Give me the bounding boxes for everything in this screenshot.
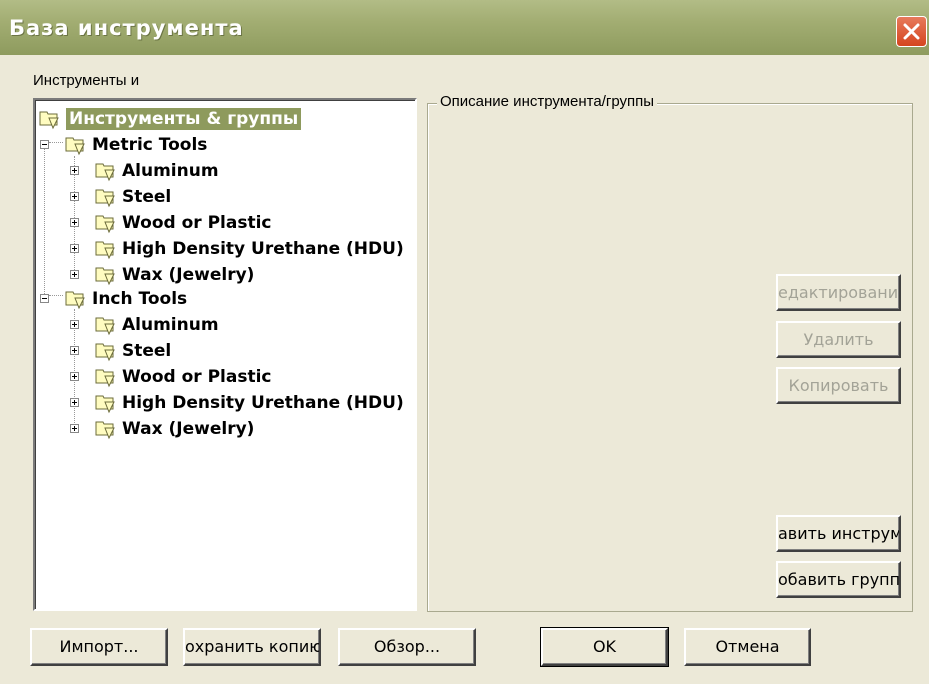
tree-line: [49, 142, 63, 143]
expand-icon[interactable]: [70, 372, 79, 381]
tree-item-label: Metric Tools: [92, 135, 208, 155]
collapse-icon[interactable]: [40, 140, 49, 149]
tree-item-label: High Density Urethane (HDU): [122, 393, 404, 413]
expand-icon[interactable]: [70, 166, 79, 175]
tree-item-label: Steel: [122, 187, 172, 207]
expand-icon[interactable]: [70, 346, 79, 355]
save-copy-button[interactable]: охранить копию: [183, 628, 321, 666]
add-group-button[interactable]: обавить групп: [776, 561, 901, 598]
close-icon: [903, 23, 920, 40]
title-bar[interactable]: База инструмента: [0, 0, 929, 55]
folder-tool-icon: [95, 343, 115, 362]
tree-item-label: Wood or Plastic: [122, 367, 272, 387]
expand-icon[interactable]: [70, 424, 79, 433]
tree-root-label: Инструменты & группы: [66, 108, 302, 130]
tree-line: [49, 295, 63, 296]
folder-tool-icon: [95, 421, 115, 440]
tree-item-label: Inch Tools: [92, 289, 188, 309]
tree-item-label: Aluminum: [122, 315, 219, 335]
folder-tool-icon: [95, 267, 115, 286]
copy-button[interactable]: Копировать: [776, 367, 901, 404]
tree-item-label: Steel: [122, 341, 172, 361]
window-title: База инструмента: [9, 16, 244, 40]
browse-button[interactable]: Обзор...: [338, 628, 476, 666]
folder-tool-icon: [95, 395, 115, 414]
folder-tool-icon: [95, 163, 115, 182]
expand-icon[interactable]: [70, 320, 79, 329]
close-button[interactable]: [896, 16, 927, 47]
expand-icon[interactable]: [70, 244, 79, 253]
delete-button[interactable]: Удалить: [776, 321, 901, 358]
edit-button[interactable]: едактирование: [776, 274, 901, 311]
cancel-button[interactable]: Отмена: [684, 628, 811, 666]
folder-tool-icon: [39, 111, 59, 130]
tool-tree[interactable]: Инструменты & группы Metric Tools Alumin…: [33, 98, 417, 611]
folder-tool-icon: [95, 189, 115, 208]
folder-tool-icon: [95, 317, 115, 336]
ok-button[interactable]: OK: [540, 627, 669, 667]
tree-label: Инструменты и: [33, 72, 140, 89]
expand-icon[interactable]: [70, 270, 79, 279]
tree-line: [44, 144, 45, 294]
tree-item-label: Wax (Jewelry): [122, 419, 255, 439]
folder-tool-icon: [95, 241, 115, 260]
description-group-label: Описание инструмента/группы: [437, 93, 658, 110]
tool-database-dialog: База инструмента Инструменты и Инструмен…: [0, 0, 929, 684]
folder-tool-icon: [65, 137, 85, 156]
expand-icon[interactable]: [70, 398, 79, 407]
tree-item-label: Wax (Jewelry): [122, 265, 255, 285]
expand-icon[interactable]: [70, 192, 79, 201]
tree-item-label: Wood or Plastic: [122, 213, 272, 233]
expand-icon[interactable]: [70, 218, 79, 227]
import-button[interactable]: Импорт...: [30, 628, 168, 666]
folder-tool-icon: [95, 369, 115, 388]
folder-tool-icon: [65, 291, 85, 310]
add-tool-button[interactable]: авить инструм: [776, 515, 901, 552]
collapse-icon[interactable]: [40, 294, 49, 303]
tree-item-label: Aluminum: [122, 161, 219, 181]
folder-tool-icon: [95, 215, 115, 234]
tree-item-label: High Density Urethane (HDU): [122, 239, 404, 259]
